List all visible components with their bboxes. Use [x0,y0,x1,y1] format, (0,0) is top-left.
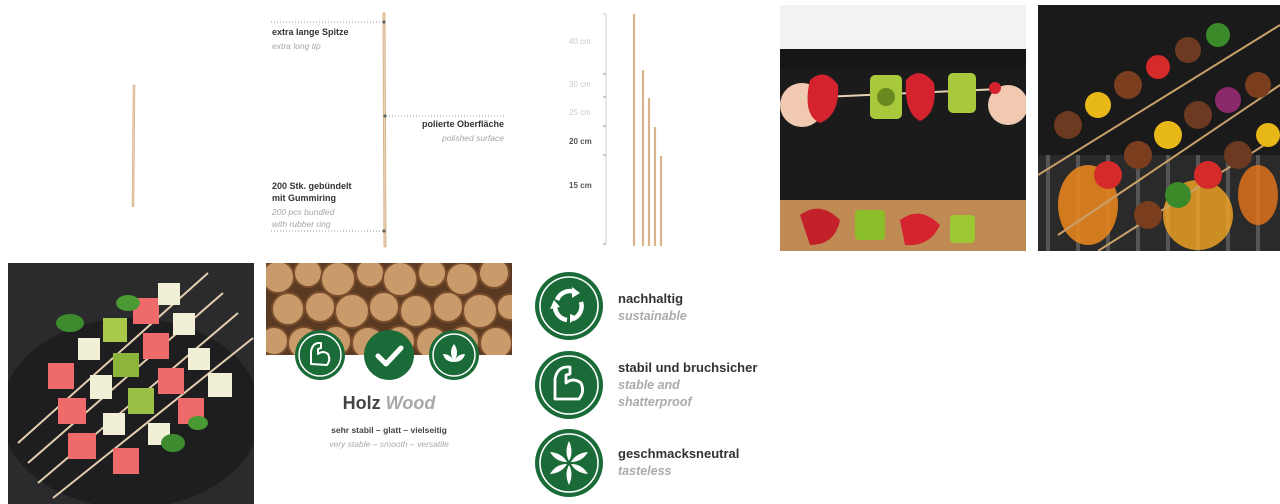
arm-icon [295,330,345,380]
feature-stable-en-1: stable and [618,378,680,392]
fruit-skewer-photo [780,5,1026,251]
size-label-40: 40 cm [569,37,591,46]
check-icon [364,330,414,380]
product-image-features[interactable]: extra lange Spitze extra long tip polier… [266,6,512,252]
feature-stable: stabil und bruchsicher stable and shatte… [535,351,775,421]
wood-title: Holz Wood [266,393,512,414]
recycle-icon [535,272,603,340]
size-ruler [603,13,663,246]
bundle-label-en-2: with rubber ring [272,219,331,229]
bundle-label-2: mit Gummiring [272,193,337,203]
features-list[interactable]: nachhaltig sustainable stabil und bruchs… [535,271,775,501]
bundle-label-1: 200 Stk. gebündelt [272,181,352,191]
feature-tasteless-en: tasteless [618,464,672,478]
feature-stable-en-2: shatterproof [618,395,692,409]
melon-skewers-photo [8,272,254,504]
grill-skewers-photo [1038,23,1280,251]
photo-melon-skewers[interactable] [8,263,254,504]
photo-grill-skewers[interactable] [1038,5,1280,251]
flower-icon [535,429,603,497]
size-label-30: 30 cm [569,80,591,89]
photo-fruit-skewer[interactable] [780,5,1026,251]
product-image-skewer[interactable] [8,6,254,252]
product-image-sizes[interactable]: 40 cm 30 cm 25 cm 20 cm 15 cm [522,6,768,252]
feature-sustainable-de: nachhaltig [618,291,684,306]
size-label-25: 25 cm [569,108,591,117]
wood-props-en: very stable – smooth – versatile [329,439,449,449]
bundle-label-en-1: 200 pcs bundled [272,207,335,217]
skewer-illustration [131,84,136,208]
wood-title-de: Holz [342,393,381,413]
tip-label-en: extra long tip [272,41,321,51]
feature-tasteless: geschmacksneutral tasteless [535,429,775,499]
size-label-15: 15 cm [569,181,592,190]
wood-props-de: sehr stabil – glatt – vielseitig [331,425,447,435]
tip-label: extra lange Spitze [272,27,349,37]
feature-sustainable: nachhaltig sustainable [535,272,775,342]
wood-properties-card[interactable]: Holz Wood sehr stabil – glatt – vielseit… [266,263,512,504]
feature-sustainable-en: sustainable [618,309,687,323]
feature-tasteless-de: geschmacksneutral [618,446,740,461]
surface-label: polierte Oberfläche [421,119,504,129]
surface-label-en: polished surface [442,133,504,143]
feature-stable-de: stabil und bruchsicher [618,360,758,375]
size-label-20: 20 cm [569,137,592,146]
leaf-icon [429,330,479,380]
arm-icon [535,351,603,419]
wood-title-en: Wood [385,393,436,413]
